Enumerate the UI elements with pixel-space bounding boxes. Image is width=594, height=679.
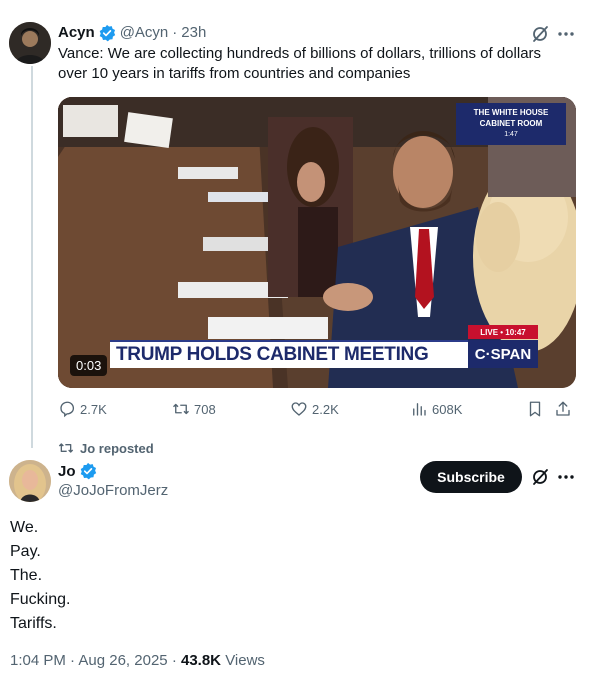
thread-connector: [31, 66, 33, 448]
tweet-date[interactable]: Aug 26, 2025: [78, 652, 167, 669]
bookmark-button[interactable]: [526, 400, 548, 418]
views-button[interactable]: 608K: [410, 400, 462, 418]
avatar-acyn[interactable]: [9, 22, 51, 64]
channel-tag-time: 1:47: [504, 131, 518, 138]
like-button[interactable]: 2.2K: [290, 400, 339, 418]
repost-count: 708: [194, 401, 216, 417]
reply-count: 2.7K: [80, 401, 107, 417]
tweet-header: Jo: [58, 462, 97, 480]
author-name[interactable]: Jo: [58, 463, 76, 480]
tweet-line: Pay.: [10, 543, 41, 560]
tweet-meta: 1:04 PM · Aug 26, 2025 · 43.8K Views: [10, 652, 265, 669]
channel-tag: THE WHITE HOUSE CABINET ROOM 1:47: [456, 103, 566, 145]
avatar-jo[interactable]: [9, 460, 51, 502]
tweet-line: Tariffs.: [10, 615, 57, 632]
views-count: 608K: [432, 401, 463, 417]
repost-button[interactable]: 708: [172, 400, 216, 418]
video-chyron: TRUMP HOLDS CABINET MEETING: [110, 340, 470, 368]
channel-tag-line2: CABINET ROOM: [479, 119, 543, 128]
separator-dot: ·: [172, 24, 178, 41]
quoted-tweet-text: Vance: We are collecting hundreds of bil…: [58, 45, 542, 82]
channel-tag-line1: THE WHITE HOUSE: [473, 108, 549, 117]
subscribe-button[interactable]: Subscribe: [420, 461, 522, 493]
tweet-line: Fucking.: [10, 591, 71, 608]
author-handle[interactable]: @Acyn: [120, 24, 169, 42]
tweet-time[interactable]: 1:04 PM: [10, 652, 66, 669]
tweet-time[interactable]: 23h: [181, 24, 206, 42]
video-duration: 0:03: [70, 355, 108, 376]
quoted-tweet-header: Acyn @Acyn · 23h: [58, 24, 206, 42]
verified-icon: [80, 462, 96, 480]
video-player[interactable]: THE WHITE HOUSE CABINET ROOM 1:47 LIVE •…: [58, 97, 576, 388]
repost-label: Jo reposted: [80, 440, 154, 456]
grok-icon[interactable]: [530, 24, 550, 44]
views-icon: [413, 403, 426, 416]
author-handle[interactable]: @JoJoFromJerz: [58, 482, 168, 499]
author-name[interactable]: Acyn: [58, 24, 95, 42]
share-button[interactable]: [554, 400, 576, 418]
tweet-actions: 2.7K 708 2.2K 608K: [58, 400, 576, 422]
network-logo: C·SPAN: [468, 340, 538, 368]
repost-indicator[interactable]: Jo reposted: [58, 440, 154, 456]
reply-button[interactable]: 2.7K: [58, 400, 107, 418]
grok-icon[interactable]: [530, 467, 550, 487]
views-count: 43.8K: [180, 652, 222, 669]
tweet-line: We.: [10, 519, 39, 536]
repost-icon: [58, 443, 74, 453]
tweet-text: We. Pay. The. Fucking. Tariffs.: [10, 516, 70, 636]
like-count: 2.2K: [312, 401, 339, 417]
like-icon: [291, 402, 307, 416]
reply-icon: [60, 401, 75, 418]
tweet-line: The.: [10, 567, 43, 584]
bookmark-icon: [529, 401, 541, 417]
live-badge: LIVE • 10:47: [468, 325, 538, 339]
more-icon[interactable]: [556, 467, 576, 487]
share-icon: [556, 401, 570, 416]
repost-icon: [173, 403, 189, 415]
verified-icon: [99, 24, 115, 42]
more-icon[interactable]: [556, 24, 576, 44]
views-label: Views: [225, 652, 265, 669]
